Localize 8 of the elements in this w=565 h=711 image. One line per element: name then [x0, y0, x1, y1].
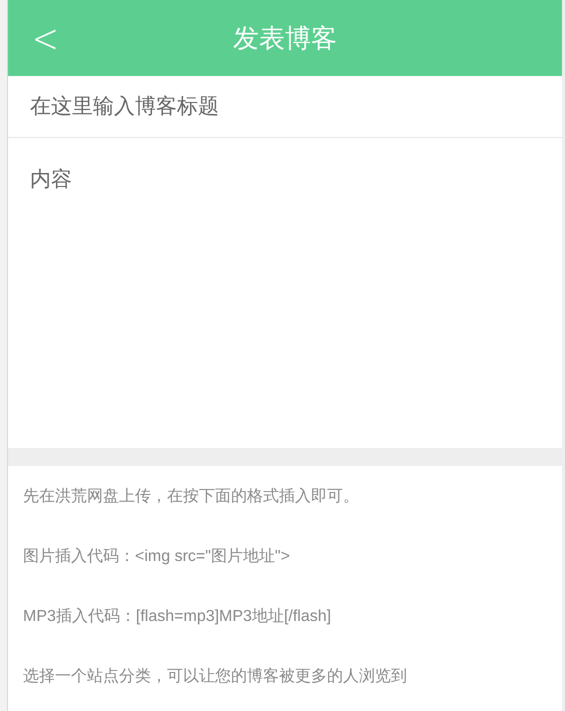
hint-text: 选择一个站点分类，可以让您的博客被更多的人浏览到 [23, 666, 408, 687]
content-textarea[interactable]: 内容 [8, 138, 562, 448]
hint-text: 图片插入代码：<img src="图片地址"> [23, 546, 291, 567]
page-title: 发表博客 [233, 22, 337, 54]
back-button[interactable]: < [32, 13, 59, 63]
hint-text: MP3插入代码：[flash=mp3]MP3地址[/flash] [23, 606, 332, 627]
hint-text: 先在洪荒网盘上传，在按下面的格式插入即可。 [23, 486, 360, 507]
title-input[interactable]: 在这里输入博客标题 [8, 76, 562, 138]
